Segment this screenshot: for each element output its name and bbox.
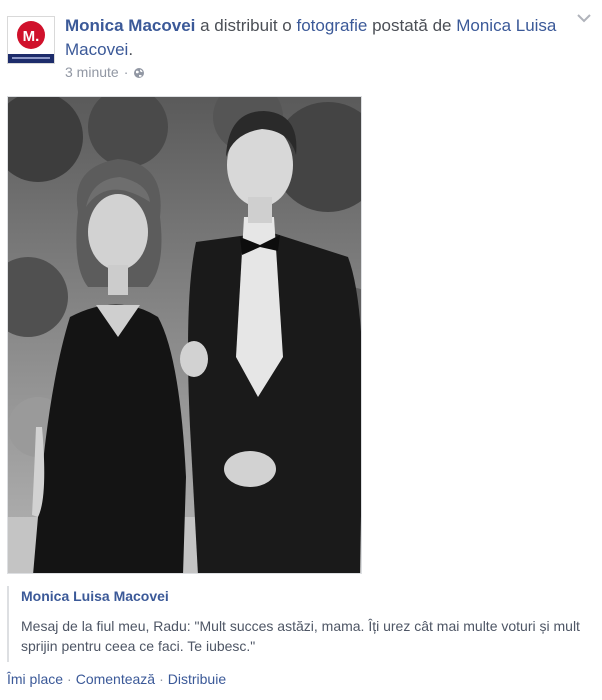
sharer-name-link[interactable]: Monica Macovei <box>65 16 195 35</box>
timestamp-link[interactable]: 3 minute <box>65 64 119 80</box>
avatar-logo: M. <box>8 17 54 63</box>
comment-link[interactable]: Comentează <box>76 671 155 687</box>
post-meta: 3 minute · <box>65 64 145 80</box>
avatar[interactable]: M. <box>7 16 55 64</box>
attachment-author-link[interactable]: Monica Luisa Macovei <box>21 586 592 606</box>
like-link[interactable]: Îmi place <box>7 671 63 687</box>
posted-by-text: postată de <box>367 16 457 35</box>
photo-image <box>8 97 361 573</box>
action-text: a distribuit o <box>195 16 297 35</box>
post-header: M. Monica Macovei a distribuit o fotogra… <box>7 12 567 80</box>
attachment-message: Mesaj de la fiul meu, Radu: "Mult succes… <box>21 618 580 654</box>
action-separator: · <box>67 671 72 687</box>
share-link[interactable]: Distribuie <box>168 671 226 687</box>
chevron-down-icon[interactable] <box>576 12 592 24</box>
globe-icon[interactable] <box>133 67 145 79</box>
headline-period: . <box>128 40 134 59</box>
action-separator: · <box>159 671 164 687</box>
post-actions: Îmi place · Comentează · Distribuie <box>7 671 226 687</box>
meta-separator: · <box>123 64 129 80</box>
shared-photo[interactable] <box>7 96 362 574</box>
attachment-quote: Monica Luisa Macovei Mesaj de la fiul me… <box>7 586 592 662</box>
post-headline: Monica Macovei a distribuit o fotografie… <box>65 14 565 62</box>
avatar-letter: M. <box>23 28 40 45</box>
photo-link[interactable]: fotografie <box>296 16 367 35</box>
